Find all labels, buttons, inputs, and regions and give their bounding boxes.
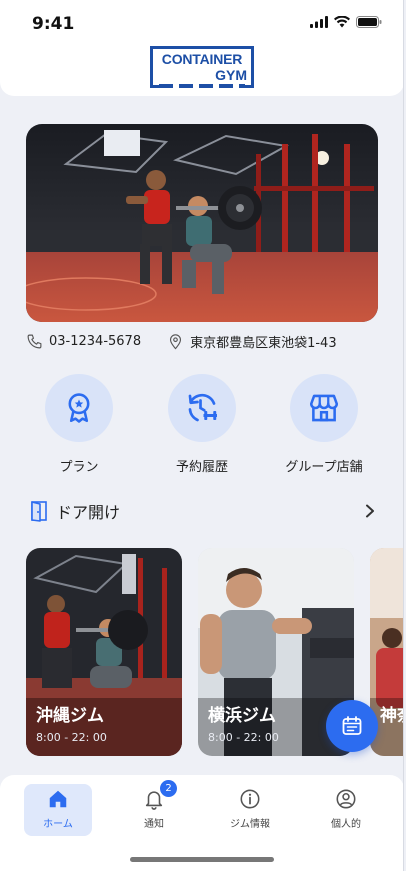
gym-name: 横浜ジム: [208, 706, 276, 726]
wifi-icon: [334, 16, 350, 28]
menu-icon-circle: [45, 374, 113, 442]
gym-hours: 8:00 - 22: 00: [36, 731, 107, 744]
history-icon: [188, 393, 217, 422]
door-icon: [31, 501, 47, 522]
gym-name: 沖縄ジム: [36, 706, 104, 726]
info-icon: [240, 789, 260, 809]
tab-label-gym-info: ジム情報: [230, 819, 270, 830]
door-open-label: ドア開け: [56, 503, 121, 522]
gym-card-okinawa[interactable]: 沖縄ジム 8:00 - 22: 00: [26, 548, 182, 756]
tab-personal[interactable]: 個人的: [312, 784, 380, 836]
tab-home[interactable]: ホーム: [24, 784, 92, 836]
location-pin-icon: [170, 333, 182, 349]
menu-label-group-stores: グループ店舗: [285, 460, 363, 475]
address-link[interactable]: 東京都豊島区東池袋1-43: [167, 332, 337, 351]
gym-hours: 8:00 - 22: 00: [208, 731, 279, 744]
menu-item-history[interactable]: 予約履歴: [142, 374, 262, 475]
phone-icon: [27, 334, 42, 348]
home-indicator: [130, 857, 274, 862]
status-time: 9:41: [32, 14, 75, 34]
status-icons: [310, 16, 382, 28]
tab-label-home: ホーム: [43, 819, 73, 830]
menu-item-group-stores[interactable]: グループ店舗: [264, 374, 384, 475]
store-icon: [309, 394, 339, 422]
menu-icon-circle: [168, 374, 236, 442]
award-icon: [68, 393, 90, 423]
home-icon: [49, 790, 67, 808]
app-screen: 9:41 CONTAINER GYM 03-1234-5678 東京都豊島区東池…: [0, 0, 404, 871]
calendar-icon: [342, 716, 362, 735]
chevron-right-icon[interactable]: [364, 504, 376, 518]
battery-icon: [356, 16, 382, 28]
tab-label-personal: 個人的: [331, 819, 361, 830]
menu-label-history: 予約履歴: [175, 460, 228, 475]
logo-dashes: [159, 84, 245, 88]
menu-icon-circle: [290, 374, 358, 442]
door-open-row[interactable]: ドア開け: [30, 498, 376, 524]
hero-image: [26, 124, 378, 322]
logo-line1: CONTAINER: [161, 51, 243, 67]
notification-badge: 2: [160, 780, 177, 797]
tab-gym-info[interactable]: ジム情報: [216, 784, 284, 836]
phone-number: 03-1234-5678: [49, 333, 142, 349]
app-header: 9:41 CONTAINER GYM: [0, 0, 403, 96]
user-icon: [336, 789, 356, 809]
tab-label-notifications: 通知: [144, 819, 164, 830]
calendar-fab[interactable]: [326, 700, 378, 752]
gym-logo: CONTAINER GYM: [150, 46, 254, 88]
tab-notifications[interactable]: 2 通知: [120, 780, 188, 836]
menu-label-plan: プラン: [59, 460, 99, 475]
quick-menu: プラン 予約履歴 グループ店舗: [0, 374, 403, 484]
logo-line2: GYM: [215, 67, 247, 83]
phone-link[interactable]: 03-1234-5678: [26, 333, 141, 350]
menu-item-plan[interactable]: プラン: [19, 374, 139, 475]
address-text: 東京都豊島区東池袋1-43: [190, 335, 337, 351]
signal-icon: [310, 16, 328, 28]
gym-name: 神奈: [380, 706, 403, 726]
contact-row: 03-1234-5678 東京都豊島区東池袋1-43: [26, 330, 386, 352]
